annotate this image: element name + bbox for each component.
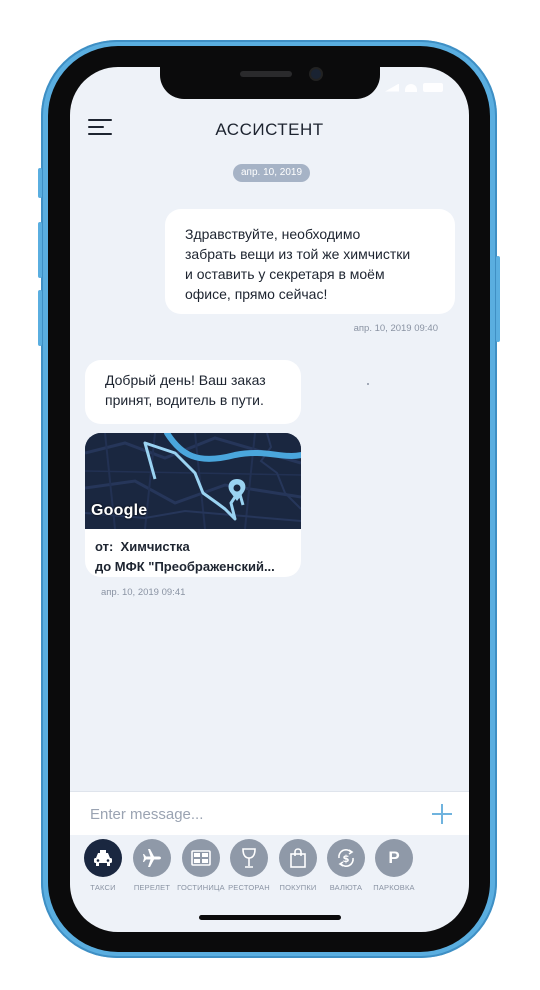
status-icons bbox=[385, 83, 443, 92]
route-map-card[interactable]: Google от: Химчистка до МФК "Преображенс… bbox=[85, 433, 301, 577]
message-bubble-incoming: Добрый день! Ваш заказ принят, водитель … bbox=[85, 360, 301, 424]
svg-text:$: $ bbox=[343, 854, 350, 865]
home-indicator bbox=[199, 915, 341, 920]
wifi-icon bbox=[405, 83, 417, 92]
service-label: ВАЛЮТА bbox=[329, 883, 363, 892]
wineglass-icon bbox=[230, 839, 268, 877]
shopping-bag-icon bbox=[279, 839, 317, 877]
service-label: ПАРКОВКА bbox=[373, 883, 415, 892]
parking-icon: P bbox=[375, 839, 413, 877]
airplane-icon bbox=[133, 839, 171, 877]
service-bar: ТАКСИ ПЕРЕЛЕТ ГОСТИНИЦА РЕСТОРАН ПОКУПКИ… bbox=[70, 835, 469, 895]
service-hotel[interactable]: ГОСТИНИЦА bbox=[175, 839, 227, 892]
route-map[interactable]: Google bbox=[85, 433, 301, 529]
route-to: до МФК "Преображенский... bbox=[95, 559, 275, 574]
side-button-left-3 bbox=[38, 290, 42, 346]
route-from: от: Химчистка bbox=[95, 539, 190, 554]
page-title: АССИСТЕНТ bbox=[215, 120, 324, 139]
service-label: ПОКУПКИ bbox=[279, 883, 317, 892]
message-text: Добрый день! Ваш заказ принят, водитель … bbox=[105, 372, 266, 408]
header: АССИСТЕНТ bbox=[70, 111, 469, 147]
stray-dot bbox=[367, 383, 369, 385]
message-timestamp: апр. 10, 2019 09:40 bbox=[353, 323, 438, 334]
signal-icon bbox=[385, 83, 399, 92]
currency-exchange-icon: $ bbox=[327, 839, 365, 877]
side-button-left-2 bbox=[38, 222, 42, 278]
service-flight[interactable]: ПЕРЕЛЕТ bbox=[126, 839, 178, 892]
route-description: от: Химчистка до МФК "Преображенский... bbox=[95, 537, 275, 577]
screen: АССИСТЕНТ апр. 10, 2019 Здравствуйте, не… bbox=[70, 67, 469, 932]
message-text: Здравствуйте, необходимо забрать вещи из… bbox=[185, 226, 411, 302]
service-taxi[interactable]: ТАКСИ bbox=[77, 839, 129, 892]
taxi-icon bbox=[84, 839, 122, 877]
message-input[interactable] bbox=[90, 800, 410, 828]
speaker bbox=[240, 71, 292, 77]
message-timestamp: апр. 10, 2019 09:41 bbox=[101, 587, 186, 598]
date-divider: апр. 10, 2019 bbox=[233, 164, 311, 182]
service-shopping[interactable]: ПОКУПКИ bbox=[272, 839, 324, 892]
battery-icon bbox=[423, 83, 443, 92]
side-button-right bbox=[496, 256, 500, 342]
service-label: ГОСТИНИЦА bbox=[177, 883, 225, 892]
hotel-icon bbox=[182, 839, 220, 877]
service-currency[interactable]: $ ВАЛЮТА bbox=[320, 839, 372, 892]
notch bbox=[160, 67, 380, 99]
service-label: ПЕРЕЛЕТ bbox=[133, 883, 171, 892]
front-camera bbox=[311, 69, 321, 79]
service-label: ТАКСИ bbox=[90, 883, 116, 892]
service-label: РЕСТОРАН bbox=[228, 883, 270, 892]
service-restaurant[interactable]: РЕСТОРАН bbox=[223, 839, 275, 892]
message-composer bbox=[70, 791, 469, 835]
side-button-left-1 bbox=[38, 168, 42, 198]
plus-icon[interactable] bbox=[432, 804, 452, 824]
message-bubble-outgoing: Здравствуйте, необходимо забрать вещи из… bbox=[165, 209, 455, 314]
google-logo: Google bbox=[91, 502, 148, 519]
service-parking[interactable]: P ПАРКОВКА bbox=[368, 839, 420, 892]
